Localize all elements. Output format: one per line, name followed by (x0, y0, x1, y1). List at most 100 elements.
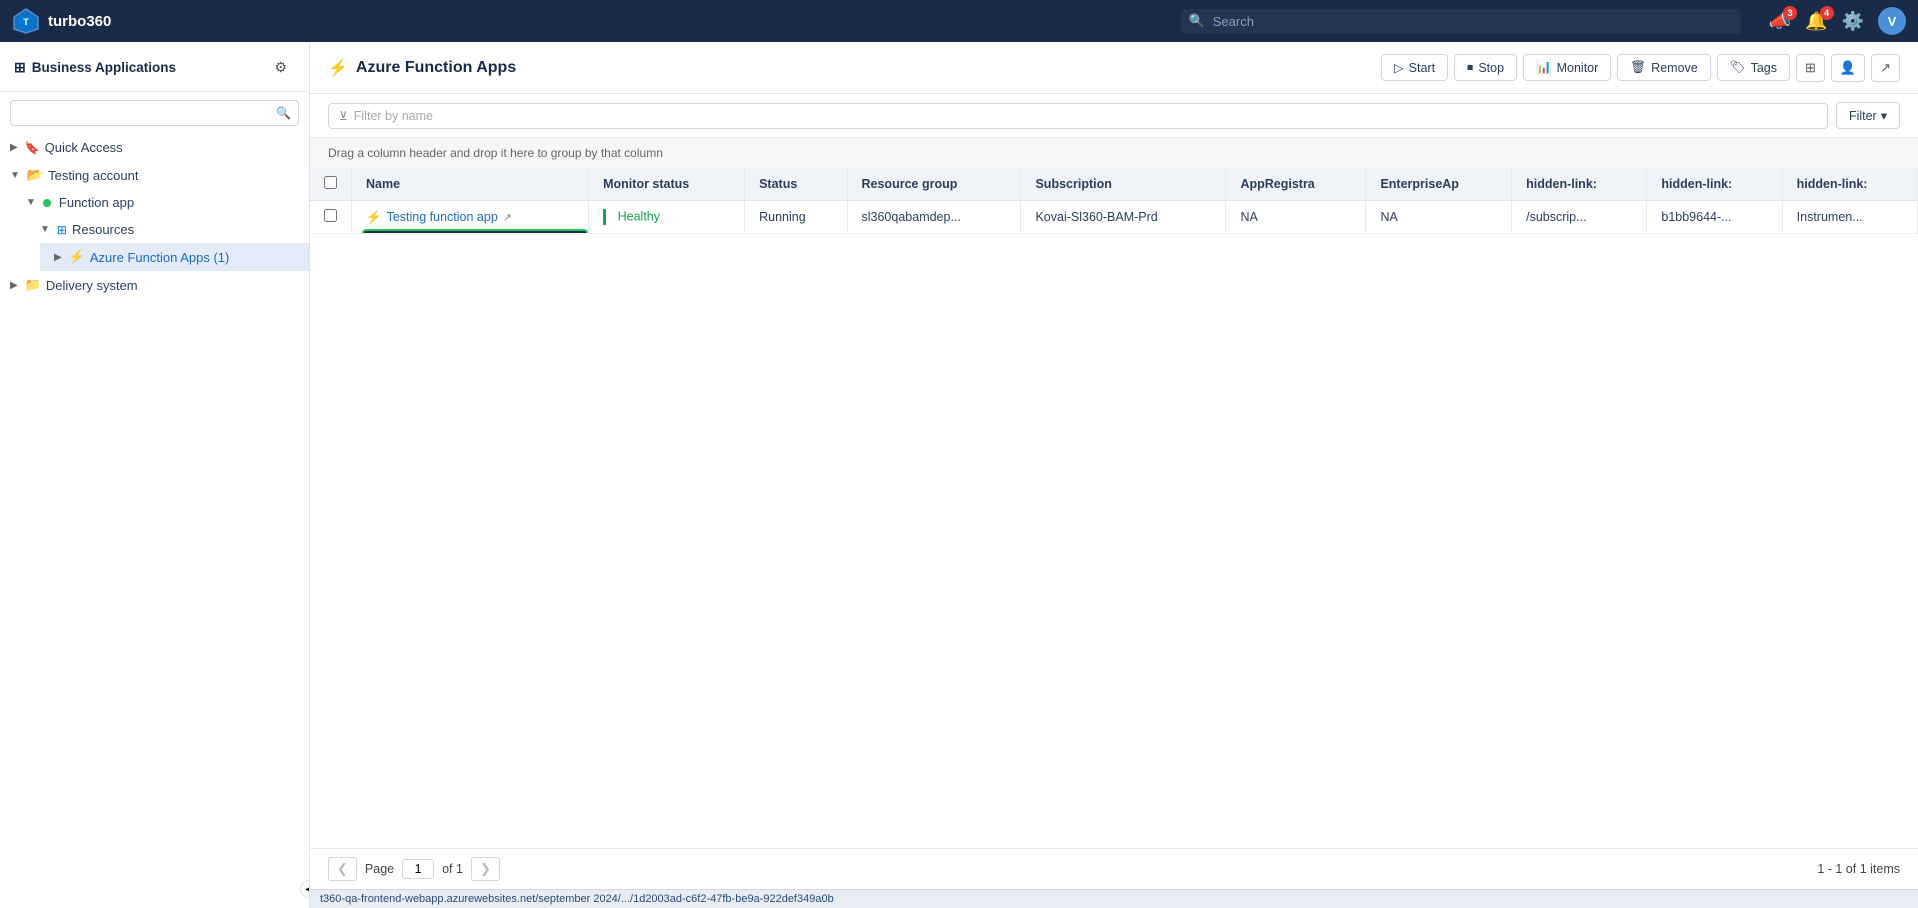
alerts-btn[interactable]: 🔔 4 (1805, 11, 1827, 32)
monitor-button[interactable]: 📊 Monitor (1523, 54, 1611, 81)
alerts-badge: 4 (1820, 6, 1834, 20)
total-items-label: 1 - 1 of 1 items (1817, 862, 1900, 876)
page-title: ⚡ Azure Function Apps (328, 58, 1369, 78)
filter-btn[interactable]: Filter ▾ (1836, 102, 1900, 129)
sidebar-title-text: Business Applications (32, 60, 176, 75)
notifications-btn[interactable]: 📣 3 (1769, 11, 1791, 32)
sidebar-header: ⊞ Business Applications ⚙ (0, 42, 309, 92)
svg-text:T: T (23, 17, 29, 27)
th-status[interactable]: Status (745, 168, 847, 201)
th-monitor-status[interactable]: Monitor status (589, 168, 745, 201)
remove-label: Remove (1651, 61, 1698, 75)
row-checkbox[interactable] (324, 209, 337, 222)
app-logo[interactable]: T turbo360 (12, 7, 152, 35)
expand-arrow: ▶ (54, 252, 62, 263)
share-icon-btn[interactable]: ↗ (1871, 54, 1900, 82)
nav-icons: 📣 3 🔔 4 ⚙️ V (1769, 7, 1906, 35)
th-checkbox[interactable] (310, 168, 352, 201)
pagination: ❮ Page of 1 ❯ 1 - 1 of 1 items (310, 848, 1918, 889)
prev-page-btn[interactable]: ❮ (328, 857, 357, 881)
sidebar-title: ⊞ Business Applications (14, 59, 176, 76)
sidebar-search-input[interactable] (10, 100, 299, 126)
status-bar-bottom: t360-qa-frontend-webapp.azurewebsites.ne… (310, 889, 1918, 908)
page-title-text: Azure Function Apps (356, 59, 516, 77)
sidebar-item-azure-function-apps[interactable]: ▶ ⚡ Azure Function Apps (1) (40, 243, 309, 271)
app-layout: ⊞ Business Applications ⚙ 🔍 ▶ 🔖 Quick Ac… (0, 42, 1918, 908)
stop-label: Stop (1478, 61, 1504, 75)
expand-arrow: ▼ (10, 170, 20, 181)
td-app-registration: NA (1226, 201, 1366, 234)
grid-icon: ⊞ (57, 223, 67, 237)
page-of-label: of 1 (442, 862, 463, 876)
main-content: ⚡ Azure Function Apps ▷ Start ⏹ Stop 📊 M… (310, 42, 1918, 908)
sidebar-item-quick-access[interactable]: ▶ 🔖 Quick Access (0, 134, 309, 161)
th-resource-group[interactable]: Resource group (847, 168, 1021, 201)
bookmark-icon: 🔖 (25, 141, 40, 155)
chevron-down-icon: ▾ (1881, 108, 1887, 123)
filter-label: Filter (1849, 109, 1877, 123)
remove-button[interactable]: 🗑 Remove (1617, 54, 1710, 81)
name-tooltip: Name : sl360qacarbookingfuction Friendly… (362, 229, 588, 234)
th-hidden3[interactable]: hidden-link: (1782, 168, 1917, 201)
th-subscription[interactable]: Subscription (1021, 168, 1226, 201)
remove-icon: 🗑 (1630, 60, 1646, 75)
gear-icon: ⚙️ (1842, 11, 1864, 32)
filter-input-wrap: ⊻ (328, 103, 1828, 129)
top-nav: T turbo360 🔍 📣 3 🔔 4 ⚙️ V (0, 0, 1918, 42)
td-checkbox[interactable] (310, 201, 352, 234)
start-button[interactable]: ▷ Start (1381, 54, 1448, 81)
sidebar: ⊞ Business Applications ⚙ 🔍 ▶ 🔖 Quick Ac… (0, 42, 310, 908)
name-text: Testing function app (387, 210, 498, 224)
sidebar-item-label: Azure Function Apps (1) (90, 250, 229, 265)
stop-button[interactable]: ⏹ Stop (1454, 54, 1517, 81)
monitor-status-link[interactable]: Healthy (618, 209, 660, 223)
sidebar-item-delivery-system[interactable]: ▶ 📁 Delivery system (0, 271, 309, 299)
page-header: ⚡ Azure Function Apps ▷ Start ⏹ Stop 📊 M… (310, 42, 1918, 94)
page-label: Page (365, 862, 394, 876)
search-input[interactable] (1181, 9, 1741, 34)
expand-arrow: ▼ (26, 197, 36, 208)
name-link[interactable]: ⚡ Testing function app ↗ (366, 210, 574, 225)
sidebar-item-testing-account[interactable]: ▼ 📂 Testing account (0, 161, 309, 189)
tag-icon: 🏷 (1730, 60, 1746, 75)
grid-icon: ⊞ (14, 59, 26, 76)
sidebar-item-function-app[interactable]: ▼ Function app (12, 189, 309, 216)
external-link-icon[interactable]: ↗ (503, 211, 512, 224)
page-number-input[interactable] (402, 859, 434, 879)
data-table: Name Monitor status Status Resource grou… (310, 168, 1918, 234)
th-hidden2[interactable]: hidden-link: (1647, 168, 1782, 201)
drag-hint: Drag a column header and drop it here to… (310, 138, 1918, 168)
expand-arrow: ▶ (10, 280, 18, 291)
tags-button[interactable]: 🏷 Tags (1717, 54, 1790, 81)
search-icon: 🔍 (1189, 13, 1205, 29)
td-enterprise-app: NA (1366, 201, 1512, 234)
avatar[interactable]: V (1878, 7, 1906, 35)
select-all-checkbox[interactable] (324, 176, 337, 189)
start-label: Start (1409, 61, 1435, 75)
sidebar-settings-btn[interactable]: ⚙ (266, 54, 295, 81)
th-app-registration[interactable]: AppRegistra (1226, 168, 1366, 201)
td-resource-group: sl360qabamdep... (847, 201, 1021, 234)
next-page-btn[interactable]: ❯ (471, 857, 500, 881)
user-icon-btn[interactable]: 👤 (1831, 54, 1865, 82)
filter-bar: ⊻ Filter ▾ (310, 94, 1918, 138)
func-row-icon: ⚡ (366, 210, 382, 225)
layout-toggle-btn[interactable]: ⊞ (1796, 54, 1825, 82)
page-title-icon: ⚡ (328, 58, 348, 78)
td-name[interactable]: ⚡ Testing function app ↗ Name : sl360qac… (352, 201, 589, 234)
status-url: t360-qa-frontend-webapp.azurewebsites.ne… (320, 893, 834, 905)
table-header-row: Name Monitor status Status Resource grou… (310, 168, 1918, 201)
notifications-badge: 3 (1783, 6, 1797, 20)
start-icon: ▷ (1394, 60, 1404, 75)
expand-arrow: ▶ (10, 142, 18, 153)
filter-input[interactable] (354, 109, 1817, 123)
sidebar-item-resources[interactable]: ▼ ⊞ Resources (26, 216, 309, 243)
td-monitor-status[interactable]: Healthy (589, 201, 745, 234)
th-name[interactable]: Name (352, 168, 589, 201)
page-controls: ❮ Page of 1 ❯ (328, 857, 500, 881)
th-hidden1[interactable]: hidden-link: (1512, 168, 1647, 201)
settings-btn[interactable]: ⚙️ (1842, 11, 1864, 32)
table-wrap[interactable]: Name Monitor status Status Resource grou… (310, 168, 1918, 848)
folder-icon: 📂 (27, 167, 43, 183)
th-enterprise-app[interactable]: EnterpriseAp (1366, 168, 1512, 201)
